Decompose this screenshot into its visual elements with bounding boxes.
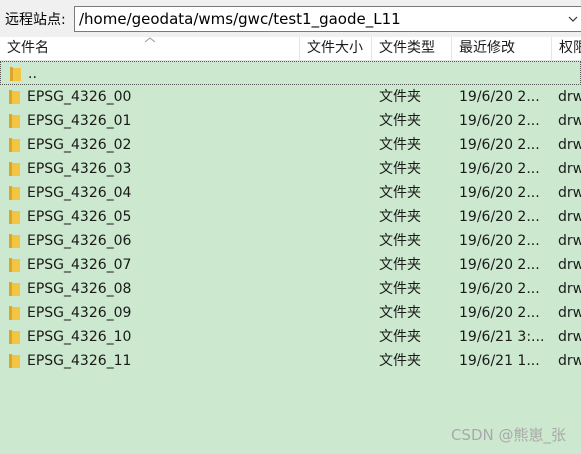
column-header: 文件名 文件大小 文件类型 最近修改 权限 [0,37,581,61]
list-item[interactable]: EPSG_4326_10 文件夹 19/6/21 3:... drw [0,325,581,349]
folder-icon [10,67,21,81]
list-item[interactable]: EPSG_4326_08 文件夹 19/6/20 2... drw [0,277,581,301]
path-dropdown-button[interactable] [564,7,581,31]
file-type: 文件夹 [379,329,421,345]
column-header-type[interactable]: 文件类型 [372,37,452,60]
file-type: 文件夹 [379,137,421,153]
folder-icon [9,90,20,104]
file-permissions: drw [558,353,581,369]
file-name: EPSG_4326_10 [27,329,132,345]
file-modified: 19/6/21 1... [459,353,540,369]
remote-path-input[interactable] [74,6,581,32]
folder-icon [9,306,20,320]
file-name: EPSG_4326_11 [27,353,132,369]
file-name: .. [28,66,37,82]
file-name: EPSG_4326_09 [27,305,132,321]
file-name: EPSG_4326_06 [27,233,132,249]
file-modified: 19/6/20 2... [459,305,540,321]
folder-icon [9,234,20,248]
file-name: EPSG_4326_03 [27,161,132,177]
file-name: EPSG_4326_07 [27,257,132,273]
column-modified-label: 最近修改 [459,40,515,56]
list-item[interactable]: EPSG_4326_02 文件夹 19/6/20 2... drw [0,133,581,157]
file-modified: 19/6/20 2... [459,281,540,297]
file-permissions: drw [558,161,581,177]
file-permissions: drw [558,185,581,201]
remote-file-list[interactable]: .. EPSG_4326_00 文件夹 19/6/20 2... drw EPS… [0,61,581,454]
folder-icon [9,210,20,224]
folder-icon [9,162,20,176]
file-modified: 19/6/20 2... [459,209,540,225]
parent-directory-row[interactable]: .. [0,61,581,85]
file-type: 文件夹 [379,113,421,129]
file-modified: 19/6/20 2... [459,233,540,249]
sort-ascending-icon [144,37,156,43]
column-size-label: 文件大小 [307,40,363,56]
file-permissions: drw [558,233,581,249]
file-permissions: drw [558,329,581,345]
list-item[interactable]: EPSG_4326_03 文件夹 19/6/20 2... drw [0,157,581,181]
file-type: 文件夹 [379,161,421,177]
list-item[interactable]: EPSG_4326_04 文件夹 19/6/20 2... drw [0,181,581,205]
file-permissions: drw [558,89,581,105]
file-type: 文件夹 [379,89,421,105]
file-type: 文件夹 [379,353,421,369]
file-modified: 19/6/20 2... [459,161,540,177]
file-permissions: drw [558,209,581,225]
folder-icon [9,330,20,344]
file-modified: 19/6/20 2... [459,137,540,153]
folder-icon [9,114,20,128]
remote-site-label: 远程站点: [5,12,66,28]
file-type: 文件夹 [379,233,421,249]
column-header-modified[interactable]: 最近修改 [452,37,552,60]
file-modified: 19/6/20 2... [459,113,540,129]
column-header-permissions[interactable]: 权限 [552,37,581,60]
column-type-label: 文件类型 [379,40,435,56]
folder-icon [9,138,20,152]
list-item[interactable]: EPSG_4326_11 文件夹 19/6/21 1... drw [0,349,581,373]
file-type: 文件夹 [379,257,421,273]
file-name: EPSG_4326_02 [27,137,132,153]
column-permissions-label: 权限 [559,40,581,56]
file-name: EPSG_4326_08 [27,281,132,297]
folder-icon [9,258,20,272]
remote-site-bar: 远程站点: [0,0,581,37]
file-name: EPSG_4326_04 [27,185,132,201]
folder-icon [9,282,20,296]
column-header-name[interactable]: 文件名 [0,37,300,60]
file-type: 文件夹 [379,209,421,225]
file-modified: 19/6/20 2... [459,89,540,105]
list-item[interactable]: EPSG_4326_09 文件夹 19/6/20 2... drw [0,301,581,325]
file-permissions: drw [558,113,581,129]
list-item[interactable]: EPSG_4326_00 文件夹 19/6/20 2... drw [0,85,581,109]
file-permissions: drw [558,137,581,153]
file-permissions: drw [558,305,581,321]
file-modified: 19/6/20 2... [459,257,540,273]
file-name: EPSG_4326_00 [27,89,132,105]
column-header-size[interactable]: 文件大小 [300,37,372,60]
file-name: EPSG_4326_05 [27,209,132,225]
list-item[interactable]: EPSG_4326_01 文件夹 19/6/20 2... drw [0,109,581,133]
list-item[interactable]: EPSG_4326_05 文件夹 19/6/20 2... drw [0,205,581,229]
file-modified: 19/6/21 3:... [459,329,545,345]
file-type: 文件夹 [379,305,421,321]
folder-icon [9,186,20,200]
file-modified: 19/6/20 2... [459,185,540,201]
file-permissions: drw [558,281,581,297]
list-item[interactable]: EPSG_4326_07 文件夹 19/6/20 2... drw [0,253,581,277]
file-name: EPSG_4326_01 [27,113,132,129]
chevron-down-icon [568,16,577,22]
column-name-label: 文件名 [7,40,49,56]
file-type: 文件夹 [379,185,421,201]
folder-icon [9,354,20,368]
file-type: 文件夹 [379,281,421,297]
file-permissions: drw [558,257,581,273]
list-item[interactable]: EPSG_4326_06 文件夹 19/6/20 2... drw [0,229,581,253]
watermark: CSDN @熊崽_张 [450,426,566,444]
